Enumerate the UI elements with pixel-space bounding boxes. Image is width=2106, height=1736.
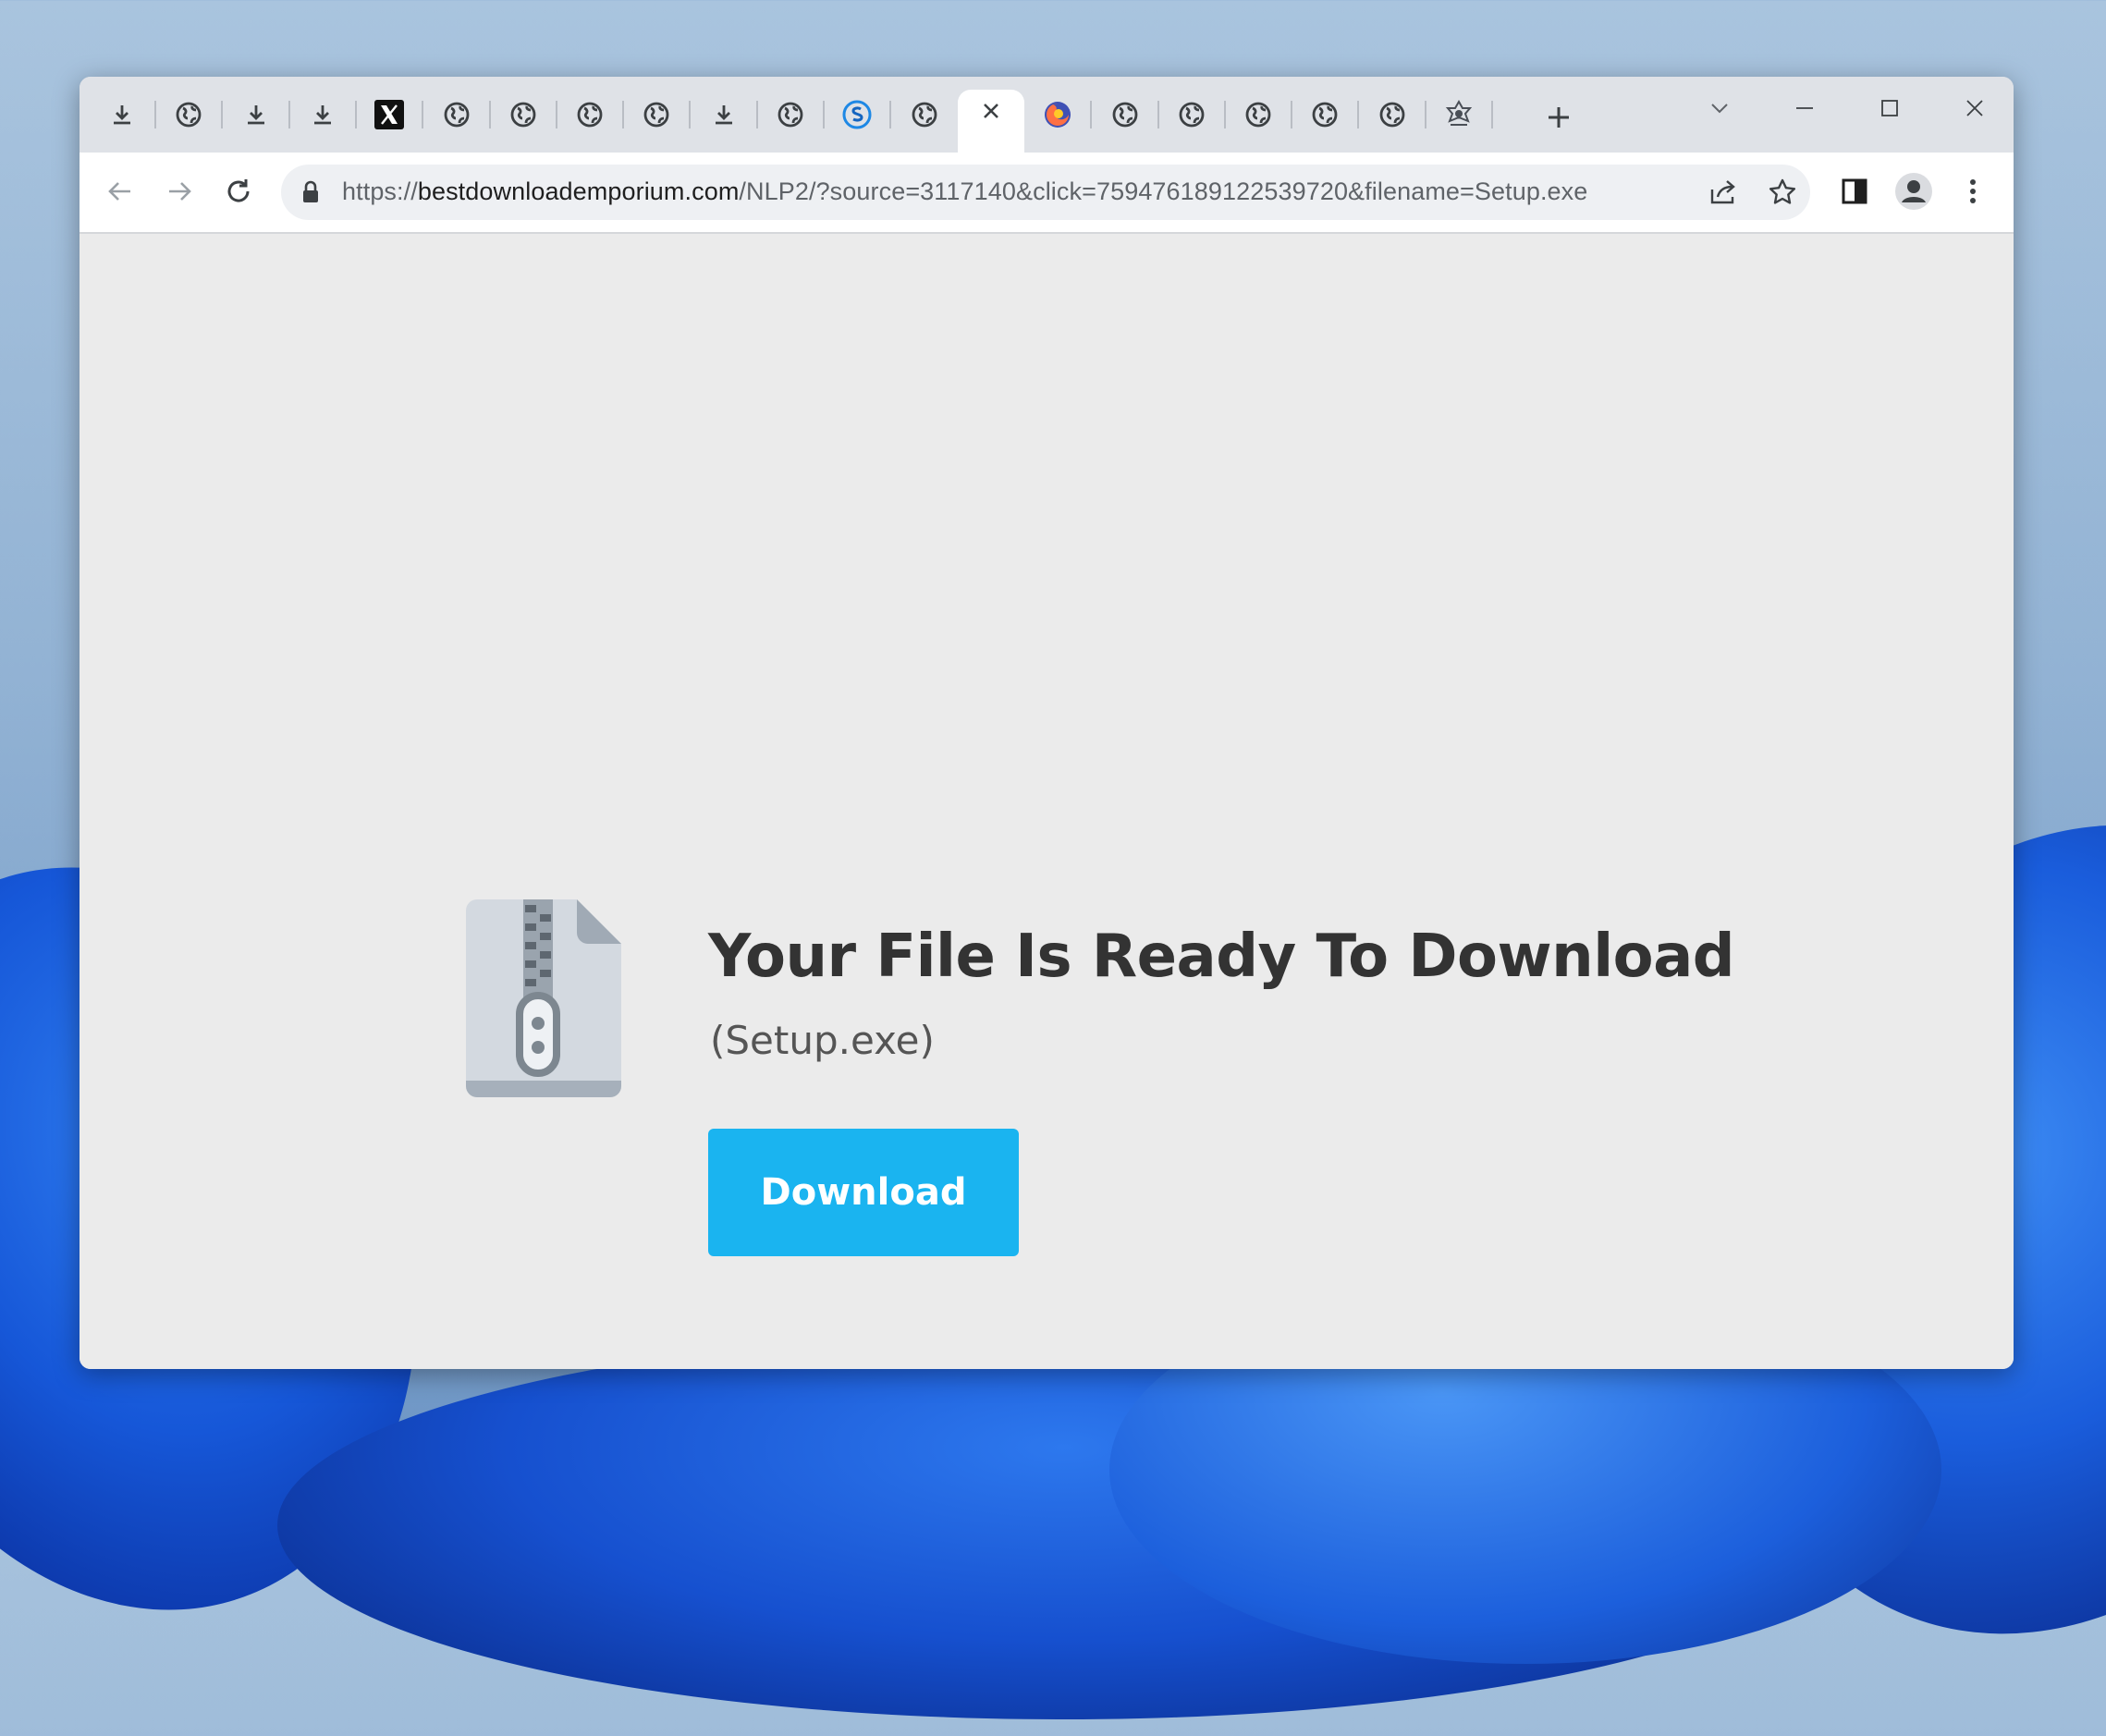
page-content: Your File Is Ready To Download (Setup.ex… — [80, 234, 2014, 1369]
avatar-icon — [1895, 173, 1932, 210]
bookmark-button[interactable] — [1764, 174, 1801, 211]
globe-icon — [509, 101, 537, 128]
globe-icon — [443, 101, 471, 128]
url-path: /NLP2/?source=3117140&click=759476189122… — [739, 177, 1588, 205]
reload-icon — [227, 179, 250, 202]
page-title: Your File Is Ready To Download — [708, 923, 1735, 991]
download-icon — [243, 102, 269, 128]
side-panel-button[interactable] — [1834, 171, 1875, 212]
lock-icon[interactable] — [301, 180, 320, 204]
browser-tab[interactable] — [891, 92, 958, 138]
browser-tab[interactable] — [289, 92, 357, 138]
browser-tab[interactable] — [356, 92, 424, 138]
share-icon — [1710, 180, 1735, 204]
download-button[interactable]: Download — [708, 1129, 1019, 1256]
star-icon — [1769, 178, 1796, 204]
browser-tab[interactable] — [89, 92, 156, 138]
browser-tab[interactable] — [1359, 92, 1426, 138]
maximize-icon — [1881, 100, 1898, 116]
globe-icon — [576, 101, 604, 128]
plus-icon — [1549, 107, 1569, 128]
maximize-button[interactable] — [1867, 86, 1912, 130]
close-icon — [1966, 100, 1983, 116]
forward-button[interactable] — [159, 171, 200, 212]
emblem-icon — [1443, 99, 1475, 130]
browser-tab[interactable] — [557, 92, 625, 138]
profile-button[interactable] — [1893, 171, 1934, 212]
minimize-button[interactable] — [1782, 86, 1827, 130]
reload-button[interactable] — [218, 171, 259, 212]
side-panel-icon — [1842, 178, 1867, 204]
browser-tab[interactable] — [1225, 92, 1293, 138]
url-host: bestdownloademporium.com — [417, 177, 740, 205]
browser-toolbar: https://bestdownloademporium.com/NLP2/?s… — [80, 153, 2014, 234]
url-scheme: https:// — [342, 177, 418, 205]
file-name: (Setup.exe) — [710, 1018, 935, 1063]
menu-button[interactable] — [1953, 171, 1993, 212]
tab-separator — [1491, 101, 1493, 128]
globe-icon — [1378, 101, 1406, 128]
chevron-down-icon — [1711, 104, 1728, 114]
back-button[interactable] — [100, 171, 141, 212]
globe-icon — [777, 101, 804, 128]
download-icon — [109, 102, 135, 128]
browser-tab[interactable] — [623, 92, 692, 138]
address-bar[interactable]: https://bestdownloademporium.com/NLP2/?s… — [281, 165, 1810, 220]
arrow-right-icon — [169, 182, 191, 201]
globe-icon — [175, 101, 202, 128]
browser-tab[interactable] — [824, 92, 892, 138]
share-button[interactable] — [1705, 174, 1742, 211]
globe-icon — [1178, 101, 1206, 128]
swirl-s-icon — [841, 99, 873, 130]
x-logo-icon — [374, 100, 405, 129]
download-icon — [711, 102, 737, 128]
browser-tab[interactable] — [1092, 92, 1159, 138]
browser-tab[interactable] — [1426, 92, 1493, 138]
tab-search-button[interactable] — [1697, 86, 1742, 130]
firefox-like-icon — [1042, 99, 1073, 130]
globe-icon — [1311, 101, 1339, 128]
globe-icon — [911, 101, 938, 128]
browser-tab[interactable] — [691, 92, 758, 138]
browser-tab[interactable] — [1158, 92, 1226, 138]
browser-tab[interactable] — [490, 92, 557, 138]
kebab-menu-icon — [1970, 179, 1976, 203]
minimize-icon — [1796, 107, 1813, 109]
browser-tab[interactable] — [223, 92, 290, 138]
new-tab-button[interactable] — [1542, 101, 1575, 134]
url-text[interactable]: https://bestdownloademporium.com/NLP2/?s… — [342, 177, 1587, 206]
zip-file-icon — [466, 899, 621, 1097]
browser-window: https://bestdownloademporium.com/NLP2/?s… — [80, 77, 2014, 1369]
globe-icon — [1244, 101, 1272, 128]
close-window-button[interactable] — [1953, 86, 1997, 130]
arrow-left-icon — [108, 182, 130, 201]
download-icon — [310, 102, 336, 128]
globe-icon — [1111, 101, 1139, 128]
browser-tab[interactable] — [423, 92, 491, 138]
browser-tab[interactable] — [1024, 92, 1093, 138]
tab-active[interactable] — [957, 90, 1024, 153]
browser-tab[interactable] — [155, 92, 224, 138]
tab-strip — [80, 77, 2014, 153]
close-tab-icon[interactable] — [981, 101, 1001, 121]
browser-tab[interactable] — [757, 92, 825, 138]
globe-icon — [643, 101, 670, 128]
browser-tab[interactable] — [1292, 92, 1360, 138]
